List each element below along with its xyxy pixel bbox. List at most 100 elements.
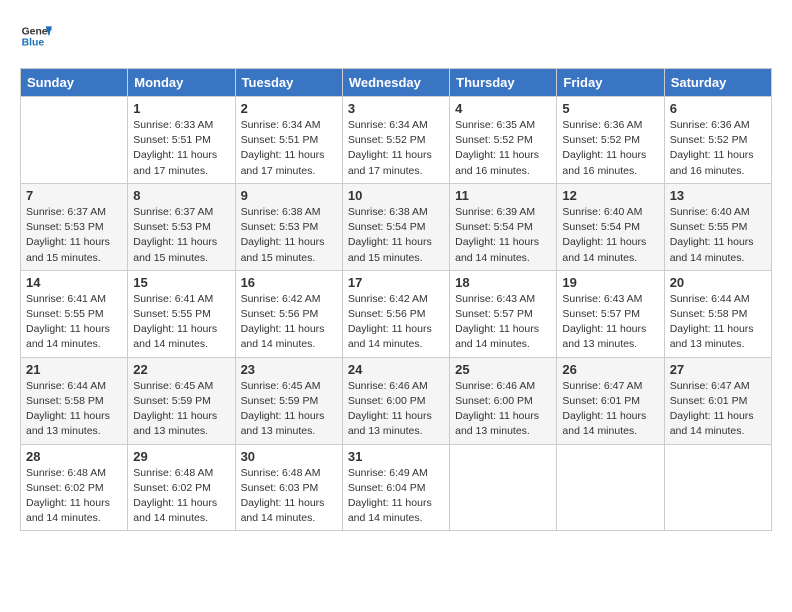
- calendar-body: 1 Sunrise: 6:33 AMSunset: 5:51 PMDaylight…: [21, 97, 772, 531]
- day-info: Sunrise: 6:47 AMSunset: 6:01 PMDaylight:…: [670, 379, 766, 440]
- day-number: 29: [133, 449, 229, 464]
- weekday-header-cell: Monday: [128, 69, 235, 97]
- day-info: Sunrise: 6:38 AMSunset: 5:53 PMDaylight:…: [241, 205, 337, 266]
- calendar-day-cell: 18 Sunrise: 6:43 AMSunset: 5:57 PMDayligh…: [450, 270, 557, 357]
- day-number: 21: [26, 362, 122, 377]
- day-info: Sunrise: 6:40 AMSunset: 5:54 PMDaylight:…: [562, 205, 658, 266]
- calendar-day-cell: [21, 97, 128, 184]
- calendar-day-cell: 22 Sunrise: 6:45 AMSunset: 5:59 PMDayligh…: [128, 357, 235, 444]
- calendar-day-cell: 8 Sunrise: 6:37 AMSunset: 5:53 PMDaylight…: [128, 183, 235, 270]
- day-number: 11: [455, 188, 551, 203]
- day-info: Sunrise: 6:38 AMSunset: 5:54 PMDaylight:…: [348, 205, 444, 266]
- calendar-day-cell: 25Sunrise: 6:46 AMSunset: 6:00 PMDayligh…: [450, 357, 557, 444]
- calendar-day-cell: 2 Sunrise: 6:34 AMSunset: 5:51 PMDaylight…: [235, 97, 342, 184]
- calendar-day-cell: 15 Sunrise: 6:41 AMSunset: 5:55 PMDayligh…: [128, 270, 235, 357]
- calendar-day-cell: 19Sunrise: 6:43 AMSunset: 5:57 PMDayligh…: [557, 270, 664, 357]
- calendar-day-cell: 31Sunrise: 6:49 AMSunset: 6:04 PMDayligh…: [342, 444, 449, 531]
- calendar-day-cell: 16 Sunrise: 6:42 AMSunset: 5:56 PMDayligh…: [235, 270, 342, 357]
- logo: General Blue: [20, 20, 52, 52]
- day-info: Sunrise: 6:37 AMSunset: 5:53 PMDaylight:…: [26, 205, 122, 266]
- calendar-day-cell: 7Sunrise: 6:37 AMSunset: 5:53 PMDaylight…: [21, 183, 128, 270]
- day-number: 18: [455, 275, 551, 290]
- calendar-day-cell: 20 Sunrise: 6:44 AMSunset: 5:58 PMDayligh…: [664, 270, 771, 357]
- weekday-header-cell: Friday: [557, 69, 664, 97]
- logo-icon: General Blue: [20, 20, 52, 52]
- day-number: 14: [26, 275, 122, 290]
- day-info: Sunrise: 6:39 AMSunset: 5:54 PMDaylight:…: [455, 205, 551, 266]
- day-number: 12: [562, 188, 658, 203]
- day-number: 26: [562, 362, 658, 377]
- day-info: Sunrise: 6:43 AMSunset: 5:57 PMDaylight:…: [562, 292, 658, 353]
- day-number: 25: [455, 362, 551, 377]
- day-info: Sunrise: 6:44 AMSunset: 5:58 PMDaylight:…: [26, 379, 122, 440]
- day-info: Sunrise: 6:33 AMSunset: 5:51 PMDaylight:…: [133, 118, 229, 179]
- day-number: 24: [348, 362, 444, 377]
- day-info: Sunrise: 6:41 AMSunset: 5:55 PMDaylight:…: [26, 292, 122, 353]
- calendar-day-cell: 26 Sunrise: 6:47 AMSunset: 6:01 PMDayligh…: [557, 357, 664, 444]
- day-info: Sunrise: 6:37 AMSunset: 5:53 PMDaylight:…: [133, 205, 229, 266]
- calendar-day-cell: 14 Sunrise: 6:41 AMSunset: 5:55 PMDayligh…: [21, 270, 128, 357]
- day-info: Sunrise: 6:46 AMSunset: 6:00 PMDaylight:…: [348, 379, 444, 440]
- calendar-day-cell: 23Sunrise: 6:45 AMSunset: 5:59 PMDayligh…: [235, 357, 342, 444]
- day-info: Sunrise: 6:34 AMSunset: 5:52 PMDaylight:…: [348, 118, 444, 179]
- day-number: 8: [133, 188, 229, 203]
- weekday-header-cell: Wednesday: [342, 69, 449, 97]
- calendar-day-cell: 11 Sunrise: 6:39 AMSunset: 5:54 PMDayligh…: [450, 183, 557, 270]
- day-number: 17: [348, 275, 444, 290]
- calendar-week-row: 28 Sunrise: 6:48 AMSunset: 6:02 PMDayligh…: [21, 444, 772, 531]
- day-info: Sunrise: 6:41 AMSunset: 5:55 PMDaylight:…: [133, 292, 229, 353]
- day-number: 4: [455, 101, 551, 116]
- calendar-day-cell: 6 Sunrise: 6:36 AMSunset: 5:52 PMDaylight…: [664, 97, 771, 184]
- day-number: 10: [348, 188, 444, 203]
- day-info: Sunrise: 6:36 AMSunset: 5:52 PMDaylight:…: [670, 118, 766, 179]
- day-number: 30: [241, 449, 337, 464]
- calendar-day-cell: 3 Sunrise: 6:34 AMSunset: 5:52 PMDaylight…: [342, 97, 449, 184]
- day-info: Sunrise: 6:40 AMSunset: 5:55 PMDaylight:…: [670, 205, 766, 266]
- calendar-day-cell: [450, 444, 557, 531]
- day-number: 9: [241, 188, 337, 203]
- calendar-day-cell: 10 Sunrise: 6:38 AMSunset: 5:54 PMDayligh…: [342, 183, 449, 270]
- calendar-day-cell: [557, 444, 664, 531]
- calendar-day-cell: 1 Sunrise: 6:33 AMSunset: 5:51 PMDaylight…: [128, 97, 235, 184]
- day-info: Sunrise: 6:44 AMSunset: 5:58 PMDaylight:…: [670, 292, 766, 353]
- calendar-day-cell: 29 Sunrise: 6:48 AMSunset: 6:02 PMDayligh…: [128, 444, 235, 531]
- calendar-day-cell: 27Sunrise: 6:47 AMSunset: 6:01 PMDayligh…: [664, 357, 771, 444]
- calendar-day-cell: 4Sunrise: 6:35 AMSunset: 5:52 PMDaylight…: [450, 97, 557, 184]
- day-info: Sunrise: 6:36 AMSunset: 5:52 PMDaylight:…: [562, 118, 658, 179]
- day-number: 15: [133, 275, 229, 290]
- day-number: 6: [670, 101, 766, 116]
- calendar-day-cell: 28 Sunrise: 6:48 AMSunset: 6:02 PMDayligh…: [21, 444, 128, 531]
- day-number: 28: [26, 449, 122, 464]
- day-info: Sunrise: 6:49 AMSunset: 6:04 PMDaylight:…: [348, 466, 444, 527]
- day-number: 2: [241, 101, 337, 116]
- weekday-header: SundayMondayTuesdayWednesdayThursdayFrid…: [21, 69, 772, 97]
- calendar-day-cell: 13Sunrise: 6:40 AMSunset: 5:55 PMDayligh…: [664, 183, 771, 270]
- calendar-day-cell: 9 Sunrise: 6:38 AMSunset: 5:53 PMDaylight…: [235, 183, 342, 270]
- calendar-week-row: 1 Sunrise: 6:33 AMSunset: 5:51 PMDaylight…: [21, 97, 772, 184]
- calendar-week-row: 7Sunrise: 6:37 AMSunset: 5:53 PMDaylight…: [21, 183, 772, 270]
- weekday-header-cell: Tuesday: [235, 69, 342, 97]
- day-info: Sunrise: 6:34 AMSunset: 5:51 PMDaylight:…: [241, 118, 337, 179]
- day-info: Sunrise: 6:43 AMSunset: 5:57 PMDaylight:…: [455, 292, 551, 353]
- day-number: 16: [241, 275, 337, 290]
- calendar-week-row: 14 Sunrise: 6:41 AMSunset: 5:55 PMDayligh…: [21, 270, 772, 357]
- calendar-day-cell: 5Sunrise: 6:36 AMSunset: 5:52 PMDaylight…: [557, 97, 664, 184]
- day-info: Sunrise: 6:47 AMSunset: 6:01 PMDaylight:…: [562, 379, 658, 440]
- day-info: Sunrise: 6:42 AMSunset: 5:56 PMDaylight:…: [348, 292, 444, 353]
- calendar-day-cell: 17 Sunrise: 6:42 AMSunset: 5:56 PMDayligh…: [342, 270, 449, 357]
- day-info: Sunrise: 6:48 AMSunset: 6:02 PMDaylight:…: [133, 466, 229, 527]
- day-info: Sunrise: 6:42 AMSunset: 5:56 PMDaylight:…: [241, 292, 337, 353]
- day-info: Sunrise: 6:48 AMSunset: 6:02 PMDaylight:…: [26, 466, 122, 527]
- calendar-day-cell: 30 Sunrise: 6:48 AMSunset: 6:03 PMDayligh…: [235, 444, 342, 531]
- weekday-header-cell: Saturday: [664, 69, 771, 97]
- calendar-day-cell: 12 Sunrise: 6:40 AMSunset: 5:54 PMDayligh…: [557, 183, 664, 270]
- calendar-table: SundayMondayTuesdayWednesdayThursdayFrid…: [20, 68, 772, 531]
- day-number: 1: [133, 101, 229, 116]
- day-number: 20: [670, 275, 766, 290]
- day-info: Sunrise: 6:45 AMSunset: 5:59 PMDaylight:…: [133, 379, 229, 440]
- day-number: 22: [133, 362, 229, 377]
- weekday-header-cell: Sunday: [21, 69, 128, 97]
- day-info: Sunrise: 6:48 AMSunset: 6:03 PMDaylight:…: [241, 466, 337, 527]
- header: General Blue: [20, 20, 772, 52]
- day-number: 3: [348, 101, 444, 116]
